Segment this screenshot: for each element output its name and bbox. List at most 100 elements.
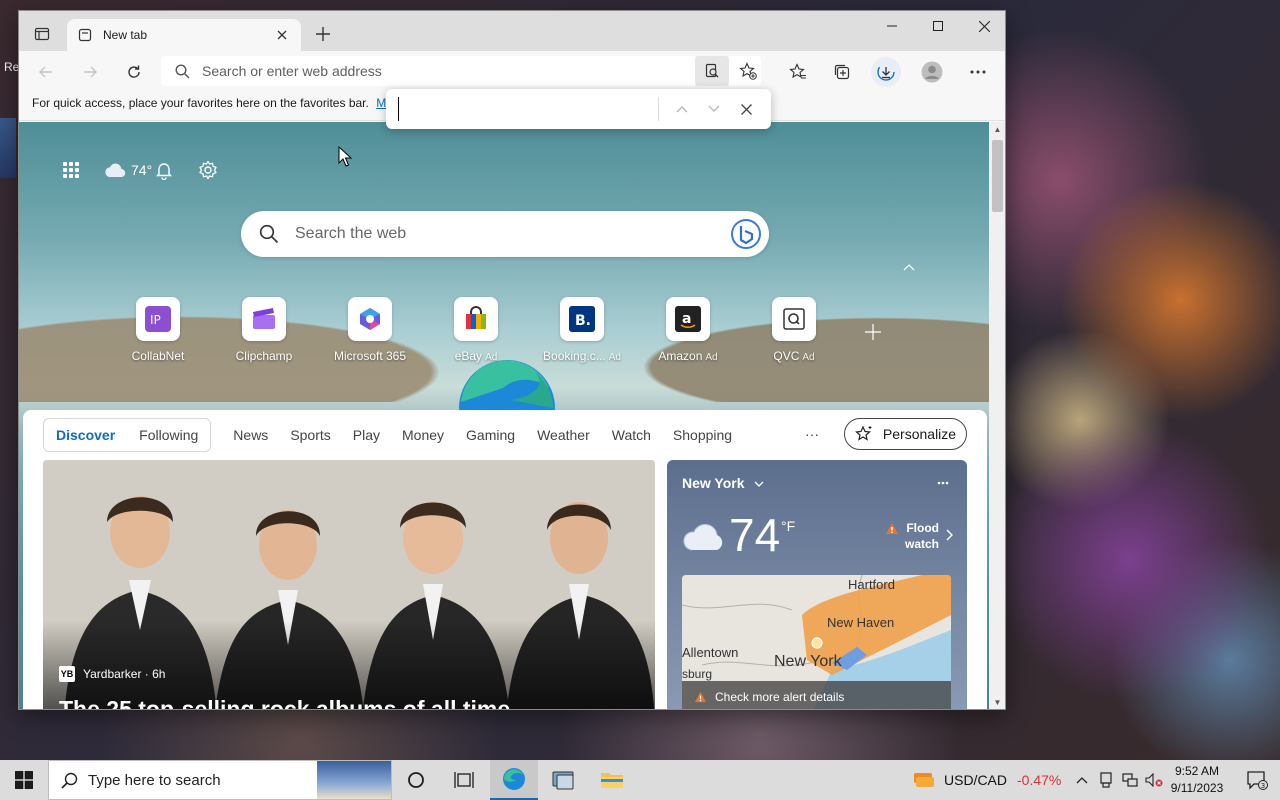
alert-details-link[interactable]: Check more alert details (682, 681, 951, 709)
taskbar-edge-button[interactable] (490, 760, 538, 800)
address-bar[interactable]: Search or enter web address (161, 56, 761, 86)
news-feed: Discover Following News Sports Play Mone… (23, 410, 987, 709)
back-button[interactable] (31, 57, 61, 87)
map-label-hartford: Hartford (848, 577, 895, 592)
find-next-button[interactable] (700, 97, 728, 121)
web-search-box[interactable]: Search the web (241, 211, 769, 257)
system-clock[interactable]: 9:52 AM 9/11/2023 (1160, 763, 1234, 797)
device-tray-button[interactable] (1094, 772, 1118, 788)
tab-new-tab[interactable]: New tab (67, 19, 301, 51)
tab-gaming[interactable]: Gaming (466, 427, 515, 443)
cortana-button[interactable] (392, 760, 440, 800)
quick-link-qvc[interactable]: QVC Ad (741, 297, 847, 363)
profile-button[interactable] (917, 57, 947, 87)
microsoft-365-icon (360, 308, 380, 330)
weather-map[interactable]: Hartford New Haven Allentown sburg New Y… (682, 575, 951, 709)
qvc-tile (772, 297, 816, 341)
tab-discover[interactable]: Discover (44, 427, 127, 443)
add-favorite-button[interactable] (731, 56, 765, 86)
find-previous-button[interactable] (668, 97, 696, 121)
weather-location[interactable]: New York (682, 475, 764, 491)
feed-more-button[interactable]: ··· (805, 426, 819, 442)
collections-icon (834, 64, 850, 80)
ad-badge: Ad (608, 352, 621, 363)
chevron-up-icon (1076, 777, 1088, 784)
minimize-button[interactable] (869, 11, 915, 41)
find-input[interactable] (398, 97, 654, 121)
tab-shopping[interactable]: Shopping (673, 427, 732, 443)
forward-button[interactable] (75, 57, 105, 87)
hero-article-card[interactable]: YB Yardbarker · 6h The 25 top-selling ro… (43, 460, 655, 709)
source-logo: YB (59, 666, 75, 682)
quick-link-clipchamp[interactable]: Clipchamp (211, 297, 317, 363)
tab-money[interactable]: Money (402, 427, 444, 443)
weather-card[interactable]: New York 74 °F Flood watch Hartford New … (667, 460, 967, 709)
quick-link-microsoft-365[interactable]: Microsoft 365 (317, 297, 423, 363)
tab-watch[interactable]: Watch (612, 427, 651, 443)
find-on-page-bar (386, 89, 771, 129)
tab-sports[interactable]: Sports (290, 427, 330, 443)
taskbar-file-explorer-button[interactable] (588, 760, 636, 800)
page-settings-button[interactable] (196, 158, 220, 182)
forward-arrow-icon (84, 66, 97, 78)
weather-mini-button[interactable]: 74° (103, 161, 152, 179)
quick-link-amazon[interactable]: a Amazon Ad (635, 297, 741, 363)
tab-news[interactable]: News (233, 427, 268, 443)
quick-link-label: Microsoft 365 (333, 349, 407, 363)
new-tab-button[interactable] (309, 23, 337, 49)
network-button[interactable] (1118, 773, 1142, 787)
task-view-button[interactable] (440, 760, 488, 800)
scroll-thumb[interactable] (992, 140, 1003, 212)
clipchamp-tile (242, 297, 286, 341)
chevron-up-icon (903, 264, 915, 271)
tab-play[interactable]: Play (353, 427, 380, 443)
ad-badge: Ad (802, 352, 815, 363)
desktop-icon[interactable] (0, 118, 16, 178)
tab-weather[interactable]: Weather (537, 427, 590, 443)
refresh-button[interactable] (119, 57, 149, 87)
taskbar-app-button[interactable] (540, 760, 588, 800)
scroll-down-button[interactable]: ▼ (989, 695, 1005, 709)
close-window-button[interactable] (961, 11, 1005, 41)
quick-link-label: eBay (454, 349, 483, 363)
amazon-tile: a (666, 297, 710, 341)
ticker-symbol: USD/CAD (944, 772, 1008, 788)
maximize-button[interactable] (915, 11, 961, 41)
scroll-up-button[interactable]: ▲ (989, 122, 1005, 138)
tab-following[interactable]: Following (127, 427, 210, 443)
taskbar-search-box[interactable]: Type here to search (48, 760, 392, 800)
notifications-button[interactable] (152, 158, 176, 182)
action-center-button[interactable]: 3 (1234, 760, 1280, 800)
settings-more-button[interactable] (963, 57, 993, 87)
collections-button[interactable] (827, 57, 857, 87)
map-label-new-haven: New Haven (827, 615, 895, 630)
quick-link-collabnet[interactable]: IP CollabNet (105, 297, 211, 363)
start-button[interactable] (0, 760, 48, 800)
weather-location-label: New York (682, 475, 745, 491)
find-close-button[interactable] (732, 97, 760, 121)
tab-actions-button[interactable] (27, 21, 57, 47)
show-hidden-icons-button[interactable] (1070, 776, 1094, 784)
favorites-manage-link[interactable]: M (376, 96, 386, 110)
add-quick-link-button[interactable] (865, 320, 881, 346)
collapse-button[interactable] (903, 260, 915, 274)
article-title[interactable]: The 25 top-selling rock albums of all ti… (59, 696, 510, 709)
weather-alert[interactable]: Flood watch (887, 520, 939, 552)
plus-icon (865, 324, 881, 340)
toolbar: Search or enter web address (19, 51, 1005, 91)
quick-link-booking[interactable]: B. Booking.c... Ad (529, 297, 635, 363)
personalize-button[interactable]: Personalize (844, 418, 967, 450)
read-aloud-button[interactable] (695, 56, 729, 86)
quick-link-ebay[interactable]: eBay Ad (423, 297, 529, 363)
bing-chat-button[interactable] (729, 217, 763, 251)
page-scrollbar[interactable]: ▲ ▼ (989, 122, 1005, 709)
weather-more-button[interactable] (937, 472, 949, 488)
currency-ticker[interactable]: USD/CAD -0.47% (912, 760, 1061, 800)
map-label-allentown: Allentown (682, 645, 739, 660)
quick-link-label: CollabNet (131, 349, 185, 363)
app-launcher-button[interactable] (59, 158, 83, 182)
downloads-button[interactable] (871, 57, 901, 87)
favorites-button[interactable] (783, 57, 813, 87)
close-tab-button[interactable] (273, 26, 291, 44)
address-placeholder: Search or enter web address (202, 63, 382, 79)
